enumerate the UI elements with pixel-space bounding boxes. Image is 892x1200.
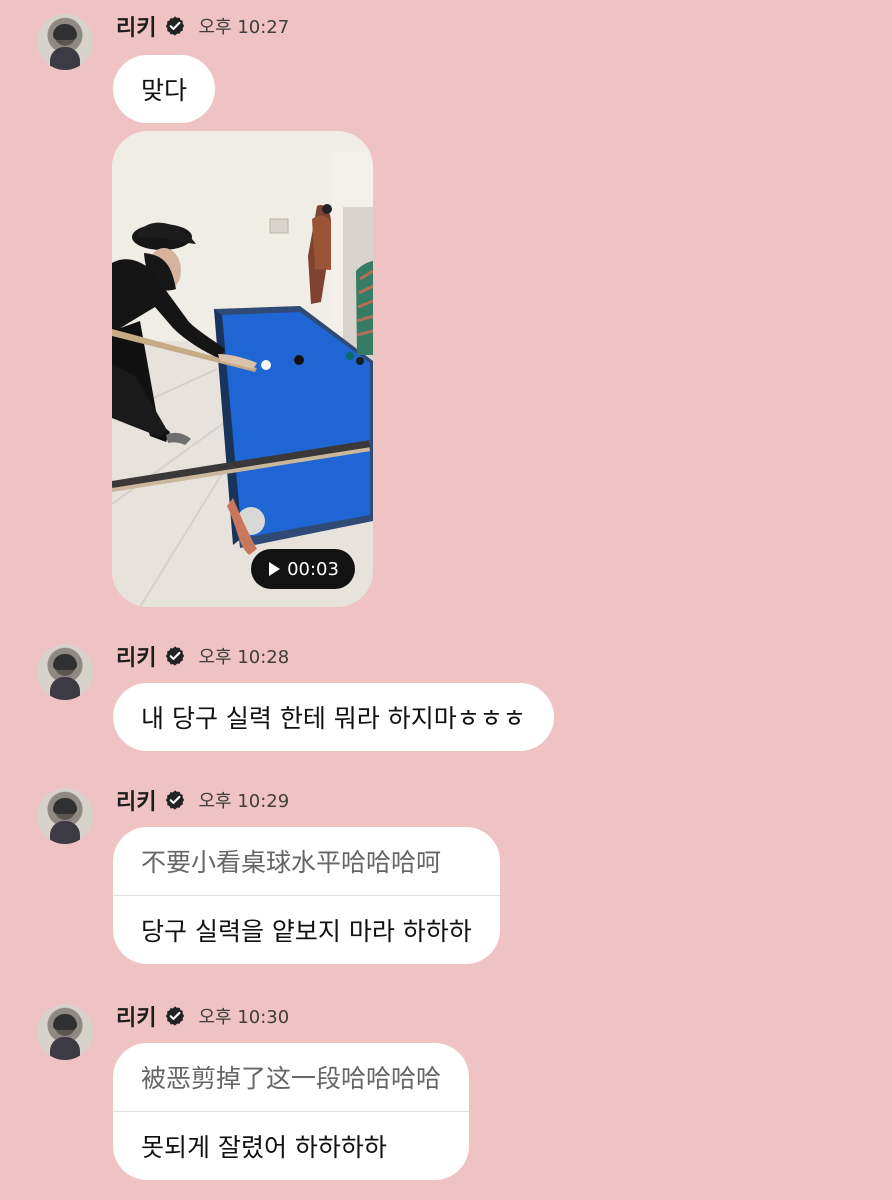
message-text: 내 당구 실력 한테 뭐라 하지마ㅎㅎㅎ xyxy=(141,704,526,733)
translation-line: 不要小看桌球水平哈哈哈呵 xyxy=(113,827,500,895)
avatar-hair xyxy=(53,24,77,40)
play-icon xyxy=(269,562,281,576)
verified-icon xyxy=(166,16,185,36)
message-header: 리키 오후 10:27 xyxy=(116,10,290,42)
translated-message-bubble[interactable]: 不要小看桌球水平哈哈哈呵 당구 실력을 얕보지 마라 하하하 xyxy=(113,827,500,964)
avatar[interactable] xyxy=(37,1004,93,1060)
message-text: 맞다 xyxy=(141,76,188,105)
original-line: 당구 실력을 얕보지 마라 하하하 xyxy=(113,896,500,964)
message-header: 리키 오후 10:28 xyxy=(116,640,290,672)
timestamp: 오후 10:29 xyxy=(198,791,290,812)
video-thumbnail xyxy=(112,131,373,607)
author-name[interactable]: 리키 xyxy=(116,784,156,816)
message-header: 리키 오후 10:29 xyxy=(116,784,290,816)
message-text: 못되게 잘렸어 하하하하 xyxy=(141,1133,387,1162)
timestamp: 오후 10:30 xyxy=(198,1007,290,1028)
message-text: 당구 실력을 얕보지 마라 하하하 xyxy=(141,917,472,946)
avatar-hair xyxy=(53,654,77,670)
timestamp: 오후 10:28 xyxy=(198,647,290,668)
video-attachment[interactable]: 00:03 xyxy=(112,131,373,607)
avatar[interactable] xyxy=(37,14,93,70)
message-bubble[interactable]: 내 당구 실력 한테 뭐라 하지마ㅎㅎㅎ xyxy=(113,683,554,751)
author-name[interactable]: 리키 xyxy=(116,640,156,672)
verified-icon xyxy=(166,646,185,666)
translated-text: 不要小看桌球水平哈哈哈呵 xyxy=(141,848,442,877)
translated-message-bubble[interactable]: 被恶剪掉了这一段哈哈哈哈 못되게 잘렸어 하하하하 xyxy=(113,1043,470,1180)
translated-text: 被恶剪掉了这一段哈哈哈哈 xyxy=(141,1064,442,1093)
avatar[interactable] xyxy=(37,644,93,700)
avatar-hair xyxy=(53,1014,77,1030)
video-duration-badge[interactable]: 00:03 xyxy=(251,549,355,589)
avatar[interactable] xyxy=(37,788,93,844)
verified-icon xyxy=(166,1006,185,1026)
avatar-hair xyxy=(53,798,77,814)
verified-icon xyxy=(166,790,185,810)
message-bubble[interactable]: 맞다 xyxy=(113,55,216,123)
message-header: 리키 오후 10:30 xyxy=(116,1000,290,1032)
video-duration: 00:03 xyxy=(287,558,339,580)
translation-line: 被恶剪掉了这一段哈哈哈哈 xyxy=(113,1043,469,1111)
original-line: 못되게 잘렸어 하하하하 xyxy=(113,1112,469,1180)
author-name[interactable]: 리키 xyxy=(116,1000,156,1032)
timestamp: 오후 10:27 xyxy=(198,17,290,38)
author-name[interactable]: 리키 xyxy=(116,10,156,42)
